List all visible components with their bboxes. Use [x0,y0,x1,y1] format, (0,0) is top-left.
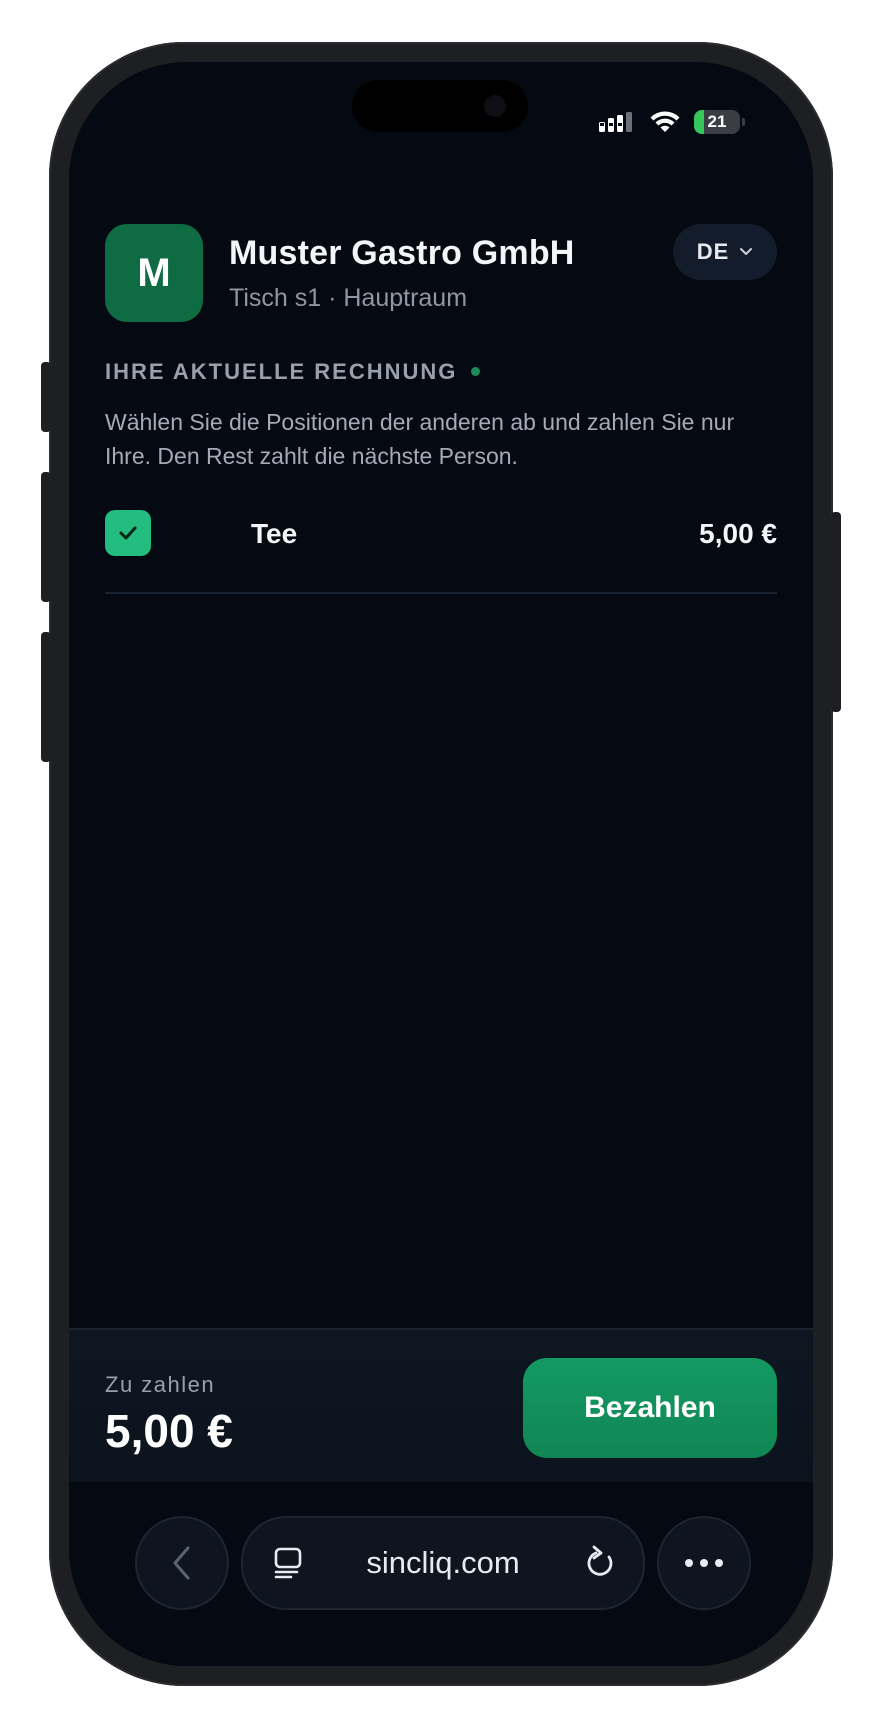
power-button [831,512,841,712]
more-icon [685,1559,723,1567]
payment-footer: Zu zahlen 5,00 € Bezahlen [69,1328,813,1484]
browser-toolbar: sincliq.com [69,1482,813,1666]
signal-icon [599,112,632,132]
chevron-down-icon [740,248,753,255]
screen: 21 M Muster Gastro GmbH Tisch s1 · Haupt… [69,62,813,1666]
language-label: DE [696,239,730,264]
volume-down-button [41,632,51,762]
action-button [41,362,51,432]
battery-level: 21 [707,112,727,131]
camera-icon [484,95,506,117]
item-name: Tee [251,518,298,549]
list-item[interactable]: Tee 5,00 € [105,510,777,594]
instruction-text: Wählen Sie die Positionen der anderen ab… [105,409,735,469]
table-info: Tisch s1 · Hauptraum [229,284,468,312]
battery-icon: 21 [694,110,740,134]
item-checkbox[interactable] [105,510,151,556]
language-selector[interactable]: DE [673,224,777,280]
restaurant-logo: M [105,224,203,322]
more-button[interactable] [657,1516,751,1610]
restaurant-name: Muster Gastro GmbH [229,234,575,272]
volume-up-button [41,472,51,602]
battery-nub [742,118,745,126]
restaurant-header: M Muster Gastro GmbH Tisch s1 · Hauptrau… [105,224,777,324]
address-bar[interactable]: sincliq.com [241,1516,645,1610]
check-icon [119,526,137,540]
amount-due-label: Zu zahlen [105,1372,216,1397]
dynamic-island [352,80,528,132]
section-title: IHRE AKTUELLE RECHNUNG [105,359,458,384]
live-indicator-dot [471,367,480,376]
reload-icon[interactable] [583,1545,617,1581]
pay-button[interactable]: Bezahlen [523,1358,777,1458]
amount-due-value: 5,00 € [105,1405,233,1457]
back-button[interactable] [135,1516,229,1610]
item-price: 5,00 € [699,518,777,549]
wifi-icon [650,111,680,132]
chevron-left-icon [173,1546,190,1580]
